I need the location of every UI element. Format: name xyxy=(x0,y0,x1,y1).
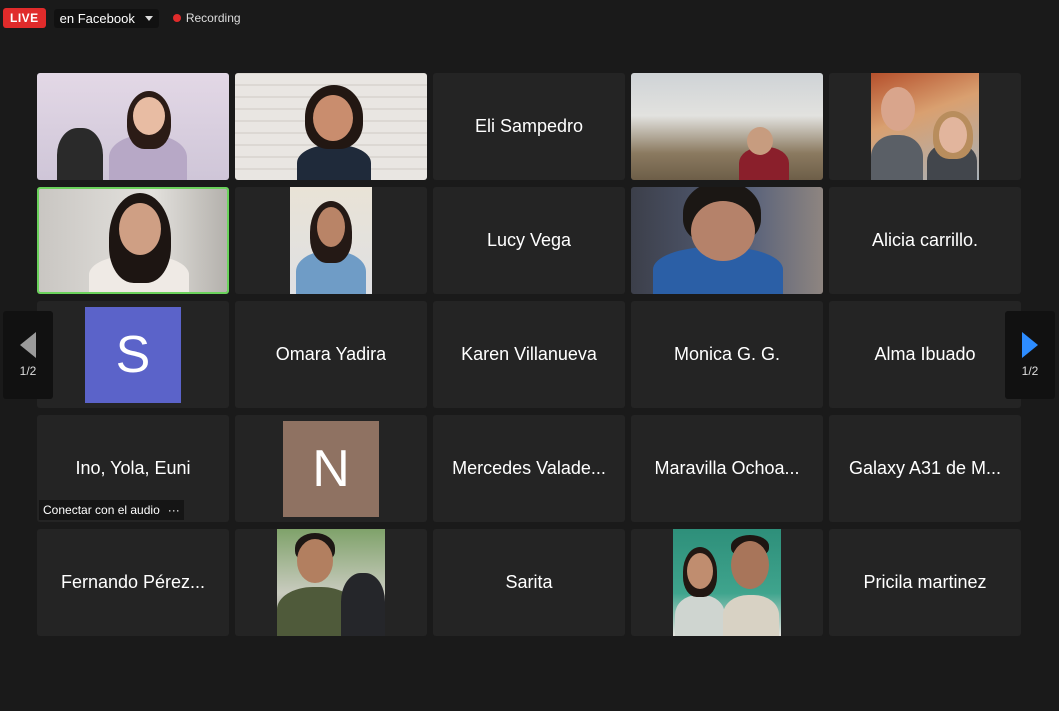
participant-name: Alma Ibuado xyxy=(874,344,976,364)
participant-tile[interactable]: Pricila martinez xyxy=(829,529,1021,636)
participant-name: Fernando Pérez... xyxy=(60,572,206,592)
connect-audio-badge[interactable]: Conectar con el audio ··· xyxy=(39,500,184,520)
participant-tile-avatar[interactable]: N xyxy=(235,415,427,522)
chevron-down-icon xyxy=(144,15,153,21)
participant-name: Sarita xyxy=(505,572,553,592)
participant-tile[interactable]: Lucy Vega xyxy=(433,187,625,294)
participant-tile-avatar[interactable]: S xyxy=(37,301,229,408)
participant-tile[interactable]: Alma Ibuado xyxy=(829,301,1021,408)
participant-name: Ino, Yola, Euni xyxy=(75,458,191,478)
participant-tile[interactable]: Galaxy A31 de M... xyxy=(829,415,1021,522)
next-page-button[interactable]: 1/2 xyxy=(1005,311,1055,399)
stream-target-label: en Facebook xyxy=(59,10,135,26)
participant-tile-video[interactable] xyxy=(37,73,229,180)
participant-tile-video[interactable] xyxy=(631,73,823,180)
participant-name: Galaxy A31 de M... xyxy=(848,458,1002,478)
participant-tile[interactable]: Monica G. G. xyxy=(631,301,823,408)
participant-video xyxy=(631,73,823,180)
participant-video xyxy=(277,529,385,636)
participant-video xyxy=(673,529,781,636)
participant-name: Mercedes Valade... xyxy=(452,458,606,478)
participant-tile[interactable]: Karen Villanueva xyxy=(433,301,625,408)
participant-name: Eli Sampedro xyxy=(474,116,584,136)
participant-tile-video[interactable] xyxy=(631,187,823,294)
participant-tile[interactable]: Alicia carrillo. xyxy=(829,187,1021,294)
participant-tile-video[interactable] xyxy=(235,73,427,180)
participant-video xyxy=(235,73,427,180)
participant-tile[interactable]: Eli Sampedro xyxy=(433,73,625,180)
recording-dot-icon xyxy=(172,14,181,22)
participant-tile[interactable]: Ino, Yola, Euni Conectar con el audio ··… xyxy=(37,415,229,522)
participant-avatar: S xyxy=(85,306,181,403)
participant-tile[interactable]: Sarita xyxy=(433,529,625,636)
participant-tile-video[interactable] xyxy=(829,73,1021,180)
more-options-icon[interactable]: ··· xyxy=(168,503,180,517)
stream-target-dropdown[interactable]: en Facebook xyxy=(53,8,159,28)
connect-audio-label: Conectar con el audio xyxy=(43,503,160,517)
recording-indicator[interactable]: Recording xyxy=(172,11,241,25)
participant-name: Monica G. G. xyxy=(673,344,781,364)
participant-video xyxy=(871,73,979,180)
participant-video xyxy=(39,189,227,292)
avatar-initial: N xyxy=(312,439,350,498)
page-indicator: 1/2 xyxy=(1021,364,1039,378)
participant-tile[interactable]: Fernando Pérez... xyxy=(37,529,229,636)
live-badge[interactable]: LIVE xyxy=(3,8,46,28)
participant-tile-active-speaker[interactable] xyxy=(37,187,229,294)
gallery-grid: Eli Sampedro Lucy Vega Alicia carrillo. … xyxy=(37,73,1021,636)
participant-avatar: N xyxy=(283,420,379,517)
arrow-left-icon xyxy=(20,332,36,358)
top-bar: LIVE en Facebook Recording xyxy=(3,8,241,28)
recording-label: Recording xyxy=(185,11,241,25)
participant-name: Pricila martinez xyxy=(863,572,987,592)
participant-video xyxy=(37,73,229,180)
participant-name: Lucy Vega xyxy=(486,230,572,250)
previous-page-button[interactable]: 1/2 xyxy=(3,311,53,399)
participant-tile-video[interactable] xyxy=(631,529,823,636)
participant-tile-video[interactable] xyxy=(235,187,427,294)
participant-name: Maravilla Ochoa... xyxy=(654,458,800,478)
participant-video xyxy=(631,187,823,294)
participant-tile[interactable]: Mercedes Valade... xyxy=(433,415,625,522)
participant-name: Omara Yadira xyxy=(275,344,387,364)
participant-tile[interactable]: Maravilla Ochoa... xyxy=(631,415,823,522)
page-indicator: 1/2 xyxy=(19,364,37,378)
participant-name: Karen Villanueva xyxy=(461,344,597,364)
participant-video xyxy=(290,187,372,294)
participant-tile[interactable]: Omara Yadira xyxy=(235,301,427,408)
avatar-initial: S xyxy=(115,325,151,384)
participant-tile-video[interactable] xyxy=(235,529,427,636)
participant-name: Alicia carrillo. xyxy=(871,230,979,250)
arrow-right-icon xyxy=(1022,332,1038,358)
